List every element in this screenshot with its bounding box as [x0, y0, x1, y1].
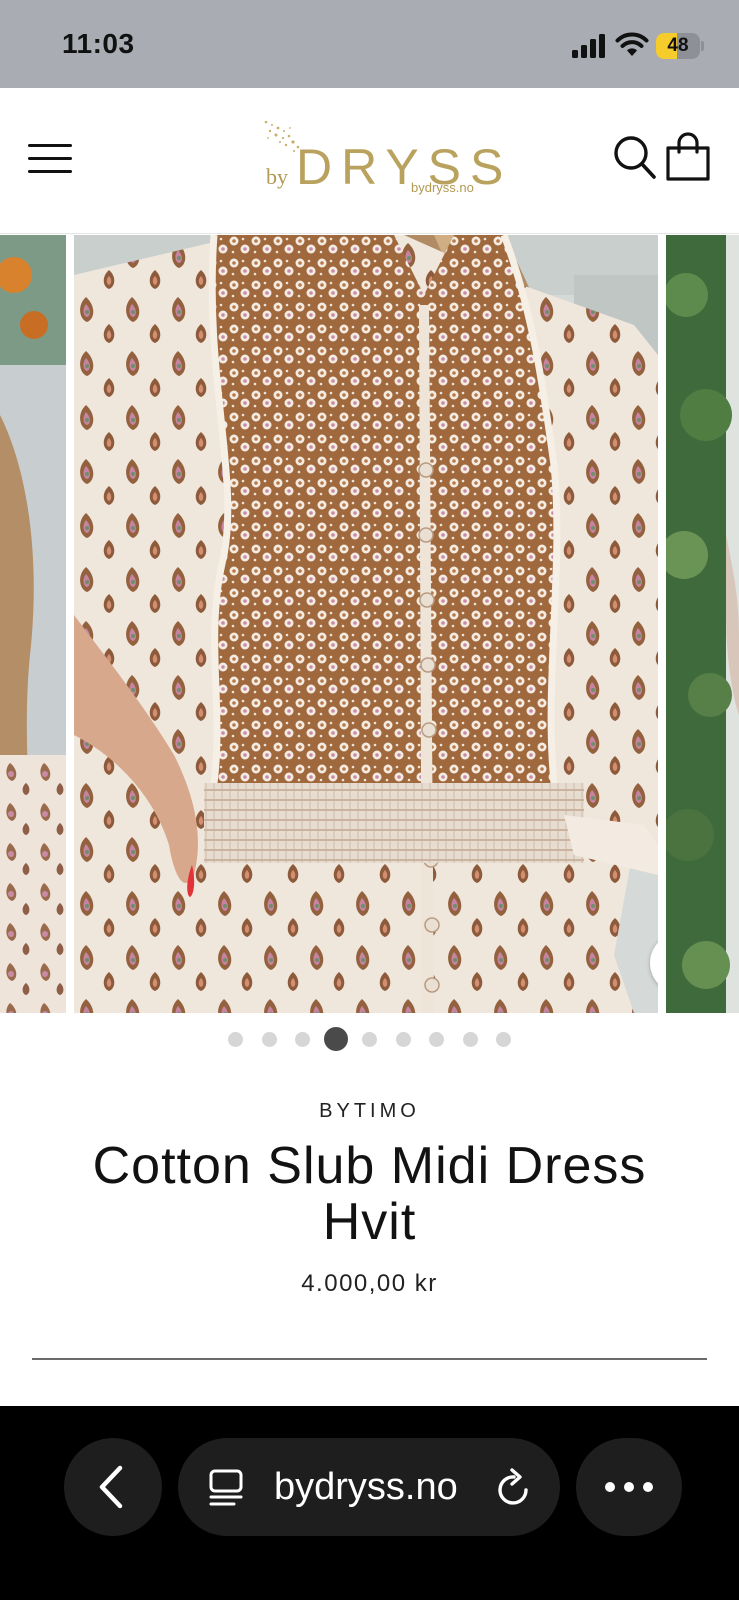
site-logo[interactable]: by DRYSS bydryss.no — [258, 118, 503, 200]
battery-level: 48 — [667, 35, 689, 56]
more-options-button[interactable] — [576, 1438, 682, 1536]
page-menu-icon[interactable] — [208, 1468, 246, 1508]
logo-wordmark: DRYSS — [296, 139, 513, 195]
gallery-image-next[interactable] — [666, 235, 739, 1013]
dress-photo-previous — [0, 235, 66, 1013]
cart-button[interactable] — [664, 132, 712, 182]
gallery-image-previous[interactable] — [0, 235, 66, 1013]
product-price: 4.000,00 kr — [301, 1270, 438, 1297]
status-bar: 11:03 48 — [0, 0, 739, 88]
status-time: 11:03 — [62, 28, 135, 59]
gallery-dot[interactable] — [228, 1032, 243, 1047]
wifi-icon — [615, 32, 649, 56]
gallery-dot-active[interactable] — [324, 1027, 348, 1051]
section-divider — [32, 1358, 707, 1360]
cellular-signal-icon — [572, 34, 605, 58]
hamburger-icon — [28, 144, 72, 147]
battery-icon: 48 — [656, 33, 704, 59]
product-brand[interactable]: BYTIMO — [0, 1100, 739, 1123]
browser-toolbar: bydryss.no — [0, 1406, 739, 1600]
site-header: by DRYSS bydryss.no — [0, 88, 739, 234]
hamburger-icon-line — [28, 170, 72, 173]
search-button[interactable] — [612, 134, 658, 182]
gallery-pagination — [0, 1026, 739, 1052]
shopping-bag-icon — [666, 132, 710, 181]
gallery-dot[interactable] — [295, 1032, 310, 1047]
gallery-dot[interactable] — [429, 1032, 444, 1047]
gallery-dot[interactable] — [261, 1032, 277, 1047]
ellipsis-icon — [605, 1482, 653, 1492]
product-title-line1: Cotton Slub Midi Dress — [92, 1137, 647, 1195]
product-page: 11:03 48 by DRYSS bydryss.no BYTIMO Cott… — [0, 0, 739, 1600]
dress-photo-main — [74, 235, 658, 1013]
gallery-dot[interactable] — [496, 1032, 511, 1047]
back-button[interactable] — [64, 1438, 162, 1536]
magnifier-icon — [650, 933, 658, 993]
gallery-dot[interactable] — [362, 1032, 377, 1047]
product-gallery[interactable] — [0, 235, 739, 1013]
menu-button[interactable] — [24, 138, 78, 178]
search-icon — [614, 136, 656, 179]
logo-prefix: by — [266, 164, 288, 189]
gallery-image-main[interactable] — [74, 235, 658, 1013]
zoom-button[interactable] — [650, 933, 658, 993]
gallery-dot[interactable] — [395, 1032, 411, 1047]
hamburger-icon-line — [28, 157, 72, 160]
reload-icon[interactable] — [494, 1466, 534, 1508]
logo-url: bydryss.no — [411, 180, 474, 195]
gallery-dot[interactable] — [462, 1032, 478, 1047]
dress-photo-next — [666, 235, 739, 1013]
product-title: Cotton Slub Midi Dress Hvit — [20, 1138, 719, 1250]
chevron-left-icon — [99, 1465, 123, 1509]
product-title-line2: Hvit — [322, 1193, 417, 1251]
url-text: bydryss.no — [274, 1466, 458, 1508]
battery-cap — [701, 41, 704, 51]
battery-body: 48 — [656, 33, 700, 59]
address-bar[interactable]: bydryss.no — [178, 1438, 560, 1536]
